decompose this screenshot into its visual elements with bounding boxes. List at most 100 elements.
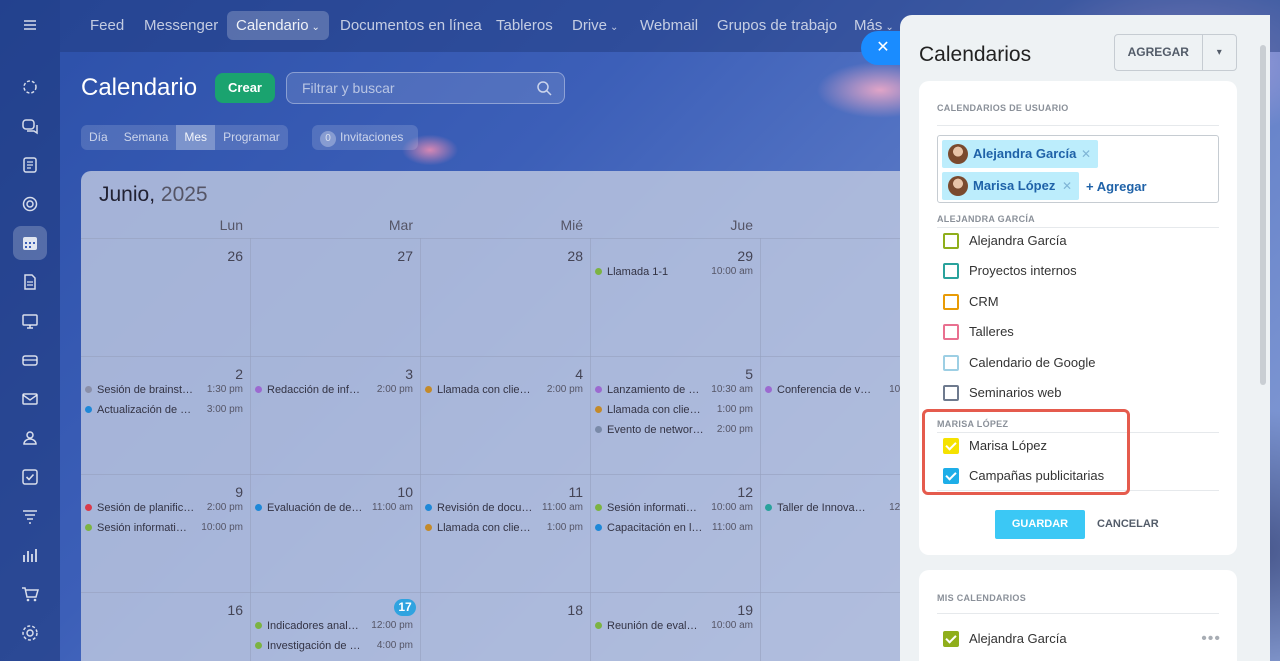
- calendar-event[interactable]: Llamada 1-1 10:00 am: [595, 265, 753, 279]
- create-button[interactable]: Crear: [215, 73, 275, 103]
- day-number[interactable]: 27: [373, 248, 413, 264]
- scrollbar[interactable]: [1260, 45, 1266, 385]
- menu-icon[interactable]: [13, 8, 47, 42]
- checkbox[interactable]: [943, 355, 959, 371]
- search-icon[interactable]: [536, 80, 552, 96]
- document-icon[interactable]: [13, 265, 47, 299]
- chart-icon[interactable]: [13, 538, 47, 572]
- mail-icon[interactable]: [13, 382, 47, 416]
- calendar-event[interactable]: Actualización de … 3:00 pm: [85, 403, 243, 417]
- panel-title: Calendarios: [919, 43, 1032, 66]
- day-number[interactable]: 29: [713, 248, 753, 264]
- calendar-event[interactable]: Reunión de eval… 10:00 am: [595, 619, 753, 633]
- checkbox[interactable]: [943, 324, 959, 340]
- left-sidebar: [0, 0, 60, 661]
- weekday-header: Jue: [730, 217, 753, 233]
- day-number[interactable]: 4: [543, 366, 583, 382]
- day-number[interactable]: 11: [543, 484, 583, 500]
- chevron-down-icon: ⌄: [311, 22, 320, 33]
- today-day-number[interactable]: 17: [394, 599, 416, 616]
- calendar-event[interactable]: Sesión informati… 10:00 pm: [85, 521, 243, 535]
- calendar-event[interactable]: Revisión de docu… 11:00 am: [425, 501, 583, 515]
- calendar-event[interactable]: Sesión informati… 10:00 am: [595, 501, 753, 515]
- activity-icon[interactable]: [13, 70, 47, 104]
- nav-webmail[interactable]: Webmail: [631, 11, 707, 40]
- nav-grupos[interactable]: Grupos de trabajo: [708, 11, 846, 40]
- search-input[interactable]: [287, 73, 527, 103]
- user-chip[interactable]: Alejandra García ✕: [942, 140, 1098, 168]
- add-user-link[interactable]: + Agregar: [1086, 179, 1147, 194]
- invitations-button[interactable]: 0 Invitaciones: [312, 125, 418, 150]
- tab-semana[interactable]: Semana: [116, 125, 177, 150]
- grid-line: [250, 238, 251, 661]
- filter-icon[interactable]: [13, 499, 47, 533]
- calendar-event[interactable]: Taller de Innova… 12:: [765, 501, 903, 515]
- checkbox[interactable]: [943, 233, 959, 249]
- calendar-event[interactable]: Sesión de brainst… 1:30 pm: [85, 383, 243, 397]
- calendar-event[interactable]: Sesión de planific… 2:00 pm: [85, 501, 243, 515]
- chat-icon[interactable]: [13, 109, 47, 143]
- calendar-event[interactable]: Capacitación en l… 11:00 am: [595, 521, 753, 535]
- avatar: [948, 176, 968, 196]
- checkbox[interactable]: [943, 385, 959, 401]
- calendar-event[interactable]: Llamada con clien… 1:00 pm: [595, 403, 753, 417]
- board-icon[interactable]: [13, 304, 47, 338]
- day-number[interactable]: 19: [713, 602, 753, 618]
- day-number[interactable]: 26: [203, 248, 243, 264]
- groups-icon[interactable]: [13, 421, 47, 455]
- day-number[interactable]: 12: [713, 484, 753, 500]
- save-button[interactable]: GUARDAR: [995, 510, 1085, 539]
- calendar-event[interactable]: Llamada con clien… 1:00 pm: [425, 521, 583, 535]
- calendar-event[interactable]: Redacción de inf… 2:00 pm: [255, 383, 413, 397]
- nav-feed[interactable]: Feed: [81, 11, 133, 40]
- day-number[interactable]: 9: [203, 484, 243, 500]
- add-dropdown-button[interactable]: ▾: [1201, 35, 1236, 70]
- invitations-count: 0: [320, 131, 336, 147]
- nav-drive[interactable]: Drive ⌄: [563, 11, 627, 40]
- checkbox-checked[interactable]: [943, 631, 959, 647]
- calendar-event[interactable]: Evaluación de de… 11:00 am: [255, 501, 413, 515]
- tasks-icon[interactable]: [13, 187, 47, 221]
- day-number[interactable]: 18: [543, 602, 583, 618]
- grid-line: [420, 238, 421, 661]
- calendar-event[interactable]: Investigación de … 4:00 pm: [255, 639, 413, 653]
- cancel-button[interactable]: CANCELAR: [1097, 510, 1159, 539]
- nav-documentos[interactable]: Documentos en línea: [331, 11, 491, 40]
- more-icon[interactable]: •••: [1201, 630, 1221, 648]
- calendar-event[interactable]: Indicadores anal… 12:00 pm: [255, 619, 413, 633]
- drive-icon[interactable]: [13, 343, 47, 377]
- user-selector[interactable]: Alejandra García ✕ Marisa López ✕ + Agre…: [937, 135, 1219, 203]
- remove-icon[interactable]: ✕: [1062, 172, 1072, 200]
- checkbox[interactable]: [943, 294, 959, 310]
- cart-icon[interactable]: [13, 577, 47, 611]
- chevron-down-icon: ▾: [1216, 47, 1222, 58]
- day-number[interactable]: 10: [373, 484, 413, 500]
- add-button[interactable]: AGREGAR: [1115, 35, 1202, 70]
- settings-icon[interactable]: [13, 616, 47, 650]
- calendar-event[interactable]: Lanzamiento de … 10:30 am: [595, 383, 753, 397]
- remove-icon[interactable]: ✕: [1081, 140, 1091, 168]
- calendar-event[interactable]: Evento de networ… 2:00 pm: [595, 423, 753, 437]
- section-label: ALEJANDRA GARCÍA: [937, 214, 1035, 224]
- checklist-icon[interactable]: [13, 460, 47, 494]
- nav-tableros[interactable]: Tableros: [487, 11, 562, 40]
- day-number[interactable]: 28: [543, 248, 583, 264]
- day-number[interactable]: 5: [713, 366, 753, 382]
- grid-line: [81, 592, 911, 593]
- calendar-icon[interactable]: [13, 226, 47, 260]
- nav-calendario[interactable]: Calendario ⌄: [227, 11, 329, 40]
- close-panel-button[interactable]: ✕: [861, 31, 905, 65]
- user-chip[interactable]: Marisa López ✕: [942, 172, 1079, 200]
- day-number[interactable]: 16: [203, 602, 243, 618]
- add-split-button: AGREGAR ▾: [1114, 34, 1237, 71]
- day-number[interactable]: 2: [203, 366, 243, 382]
- feed-icon[interactable]: [13, 148, 47, 182]
- calendar-event[interactable]: Conferencia de v… 10:: [765, 383, 903, 397]
- checkbox[interactable]: [943, 263, 959, 279]
- tab-programar[interactable]: Programar: [215, 125, 288, 150]
- tab-dia[interactable]: Día: [81, 125, 116, 150]
- tab-mes[interactable]: Mes: [176, 125, 216, 150]
- day-number[interactable]: 3: [373, 366, 413, 382]
- calendar-event[interactable]: Llamada con clie… 2:00 pm: [425, 383, 583, 397]
- nav-messenger[interactable]: Messenger: [135, 11, 227, 40]
